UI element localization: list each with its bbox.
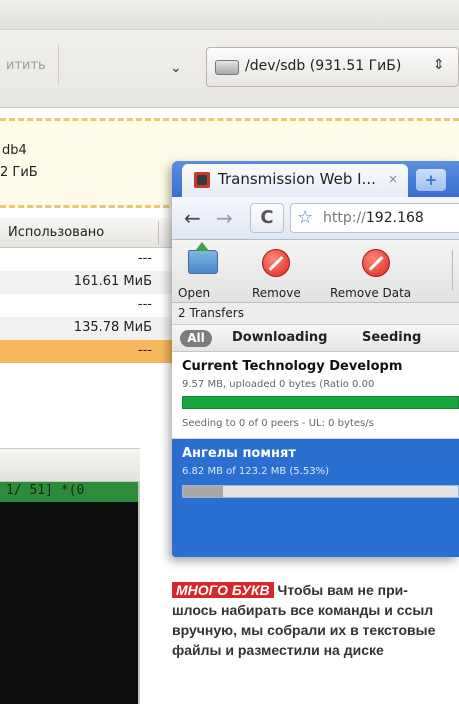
url-text: http://192.168 — [323, 210, 424, 226]
used-cell: --- — [137, 251, 152, 266]
bookmark-star-icon[interactable]: ☆ — [297, 207, 313, 228]
filter-bar: All Downloading Seeding — [172, 325, 459, 352]
remove-data-label: Remove Data — [330, 286, 412, 300]
tab-title: Transmission Web I... — [218, 170, 376, 188]
device-selector[interactable]: /dev/sdb (931.51 ГиБ) ⇕ — [206, 47, 459, 87]
used-cell: 161.61 МиБ — [73, 274, 152, 289]
remove-label: Remove — [252, 286, 301, 300]
forward-arrow-icon[interactable]: → — [216, 206, 233, 230]
gparted-toolbar: итить ⌄ /dev/sdb (931.51 ГиБ) ⇕ — [0, 0, 459, 108]
folder-open-icon — [188, 242, 218, 274]
browser-window: Transmission Web I... × + ← → C ☆ http:/… — [172, 161, 459, 557]
torrent-name: Current Technology Developm — [182, 359, 403, 374]
apply-button[interactable]: итить — [6, 58, 46, 73]
column-header-label: Использовано — [8, 225, 105, 240]
terminal-scrollbar[interactable] — [138, 482, 140, 704]
gparted-title-strip — [0, 0, 459, 30]
caption-line-1: МНОГО БУКВ Чтобы вам не при- — [172, 580, 459, 600]
transmission-favicon-icon — [194, 172, 210, 188]
url-scheme: http:// — [323, 210, 366, 226]
toolbar-separator — [452, 250, 453, 290]
caption-line-2: шлось набирать все команды и ссыл — [172, 602, 434, 618]
filter-seeding[interactable]: Seeding — [362, 330, 421, 345]
table-row[interactable]: --- — [0, 294, 174, 317]
hard-drive-icon — [215, 60, 239, 75]
used-cell: --- — [137, 297, 152, 312]
table-row-selected[interactable]: --- — [0, 340, 174, 363]
torrent-peers-text: Seeding to 0 of 0 peers - UL: 0 bytes/s — [182, 418, 374, 429]
tab-strip: Transmission Web I... × + — [172, 161, 459, 197]
address-bar[interactable]: ☆ http://192.168 — [290, 203, 459, 233]
tab-transmission[interactable]: Transmission Web I... × — [182, 164, 408, 197]
torrent-progress-text: 6.82 MB of 123.2 MB (5.53%) — [182, 466, 329, 477]
filter-all[interactable]: All — [180, 330, 212, 347]
filter-downloading[interactable]: Downloading — [232, 330, 327, 345]
reload-button[interactable]: C — [250, 203, 284, 233]
torrent-row[interactable]: Current Technology Developm 9.57 MB, upl… — [172, 352, 459, 439]
transfer-count: 2 Transfers — [172, 303, 459, 325]
updown-arrows-icon: ⇕ — [433, 57, 445, 73]
torrent-row-selected[interactable]: Ангелы помнят 6.82 MB of 123.2 MB (5.53%… — [172, 439, 459, 557]
partition-name: db4 — [2, 143, 27, 158]
remove-icon — [262, 249, 290, 277]
column-separator[interactable] — [158, 221, 159, 245]
open-button[interactable]: Open — [178, 240, 228, 303]
url-host: 192.168 — [365, 210, 424, 226]
open-label: Open — [178, 286, 211, 300]
table-row[interactable]: --- — [0, 248, 174, 271]
column-header-used[interactable]: Использовано — [0, 218, 174, 248]
transmission-toolbar: Open Remove Remove Data — [172, 240, 459, 303]
browser-toolbar: ← → C ☆ http://192.168 — [172, 197, 459, 240]
toolbar-separator — [58, 45, 59, 85]
table-row[interactable]: 161.61 МиБ — [0, 271, 174, 294]
device-selector-label: /dev/sdb (931.51 ГиБ) — [245, 58, 402, 74]
remove-data-button[interactable]: Remove Data — [322, 240, 432, 303]
partition-table: Использовано --- 161.61 МиБ --- 135.78 М… — [0, 218, 174, 398]
torrent-progress-bar — [182, 396, 459, 409]
caption-line-3: вручную, мы собрали их в текстовые — [172, 622, 436, 638]
caption-tag: МНОГО БУКВ — [172, 582, 274, 598]
terminal-titlebar[interactable] — [0, 449, 140, 482]
close-icon[interactable]: × — [388, 172, 398, 186]
terminal-status-line: 1/ 51] *(0 — [0, 482, 138, 502]
caption-text-1: Чтобы вам не при- — [277, 582, 408, 598]
magazine-caption: МНОГО БУКВ Чтобы вам не при- шлось набир… — [172, 580, 459, 660]
back-arrow-icon[interactable]: ← — [184, 206, 201, 230]
torrent-progress-text: 9.57 MB, uploaded 0 bytes (Ratio 0.00 — [182, 379, 375, 390]
partition-size: 2 ГиБ — [0, 165, 38, 180]
used-cell: 135.78 МиБ — [73, 320, 152, 335]
caption-line-4: файлы и разместили на диске — [172, 642, 384, 658]
new-tab-button[interactable]: + — [416, 169, 446, 191]
torrent-progress-fill — [183, 486, 223, 497]
terminal-window: 1/ 51] *(0 — [0, 448, 140, 704]
torrent-progress-bar — [182, 485, 459, 498]
used-cell: --- — [137, 343, 152, 358]
remove-data-icon — [362, 249, 390, 277]
table-row[interactable]: 135.78 МиБ — [0, 317, 174, 340]
terminal-screen[interactable]: 1/ 51] *(0 — [0, 482, 138, 704]
remove-button[interactable]: Remove — [242, 240, 306, 303]
chevron-down-icon[interactable]: ⌄ — [170, 60, 182, 76]
torrent-name: Ангелы помнят — [182, 446, 296, 461]
